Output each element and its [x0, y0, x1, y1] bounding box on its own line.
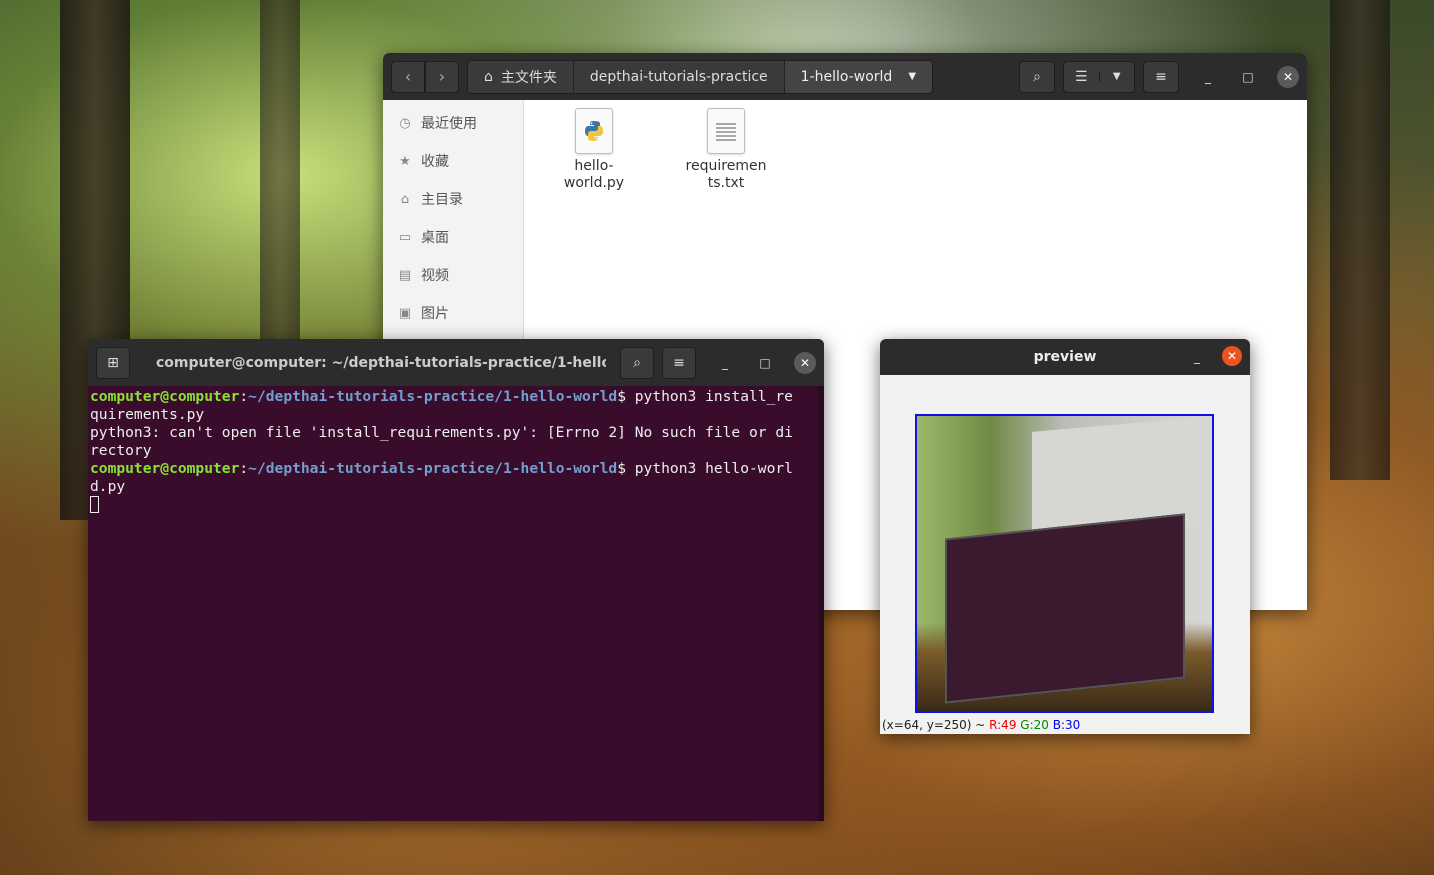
terminal-line [90, 496, 822, 514]
search-icon: ⌕ [633, 354, 641, 371]
text-cursor [90, 496, 99, 513]
wallpaper-tree-trunk [1330, 0, 1390, 480]
desktop-icon: ▭ [398, 229, 412, 245]
maximize-button[interactable]: □ [754, 352, 776, 374]
file-item-requirements[interactable]: requiremen ts.txt [676, 108, 776, 192]
sidebar-item-label: 视频 [421, 268, 449, 284]
window-title: preview [1033, 349, 1097, 365]
text-file-icon [707, 108, 745, 154]
minimize-button[interactable]: _ [1186, 346, 1208, 368]
breadcrumb-depthai[interactable]: depthai-tutorials-practice [573, 60, 785, 93]
list-view-icon: ☰ [1074, 68, 1088, 85]
terminal-line: quirements.py [90, 406, 205, 423]
home-icon: ⌂ [400, 191, 410, 207]
forward-button[interactable]: › [425, 60, 459, 93]
command-text: $ python3 install_re [617, 388, 793, 405]
minimize-button[interactable]: _ [1197, 66, 1219, 88]
terminal-window: ⊞ computer@computer: ~/depthai-tutorials… [88, 339, 824, 821]
caret-down-icon: ▼ [1098, 71, 1135, 82]
file-name: ts.txt [707, 175, 745, 191]
view-mode-button[interactable]: ☰ ▼ [1063, 60, 1135, 93]
new-tab-button[interactable]: ⊞ [96, 346, 130, 379]
sidebar-item-desktop[interactable]: ▭ 桌面 [383, 218, 523, 256]
terminal-line: python3: can't open file 'install_requir… [90, 424, 793, 441]
terminal-title: computer@computer: ~/depthai-tutorials-p… [156, 354, 606, 371]
close-button[interactable]: ✕ [794, 351, 816, 374]
hamburger-icon: ≡ [1155, 68, 1167, 85]
status-blue: B:30 [1052, 718, 1081, 732]
video-icon: ▤ [398, 267, 412, 283]
search-icon: ⌕ [1033, 68, 1041, 85]
back-button[interactable]: ‹ [391, 60, 425, 93]
file-name: hello- [574, 158, 614, 174]
minimize-button[interactable]: _ [714, 352, 736, 374]
sidebar-item-label: 图片 [421, 306, 449, 322]
sidebar-item-recent[interactable]: ◷ 最近使用 [383, 104, 523, 142]
terminal-line: d.py [90, 478, 126, 495]
close-button[interactable]: ✕ [1222, 346, 1242, 366]
terminal-output[interactable]: computer@computer:~/depthai-tutorials-pr… [88, 386, 824, 821]
file-name: world.py [563, 175, 625, 191]
preview-inner-terminal [945, 513, 1185, 704]
star-icon: ★ [399, 153, 411, 169]
status-red: R:49 [989, 718, 1017, 732]
terminal-line: rectory [90, 442, 152, 459]
wallpaper-tree-trunk [260, 0, 300, 340]
sidebar-item-starred[interactable]: ★ 收藏 [383, 142, 523, 180]
terminal-scrollbar[interactable] [818, 386, 824, 821]
file-name: requiremen [685, 158, 767, 174]
preview-window: preview _ ✕ (x=64, y=250) ~ R:49 G:20 B:… [880, 339, 1250, 734]
chevron-right-icon: › [438, 67, 446, 86]
new-tab-icon: ⊞ [107, 354, 119, 371]
image-icon: ▣ [398, 305, 412, 321]
prompt-sep: : [239, 460, 249, 477]
prompt-path: ~/depthai-tutorials-practice/1-hello-wor… [248, 388, 618, 405]
terminal-headerbar: ⊞ computer@computer: ~/depthai-tutorials… [88, 339, 824, 386]
status-green: G:20 [1020, 718, 1049, 732]
terminal-line: computer@computer:~/depthai-tutorials-pr… [90, 388, 822, 406]
home-icon: ⌂ [484, 68, 493, 85]
close-button[interactable]: ✕ [1277, 65, 1299, 88]
file-item-hello-world[interactable]: hello- world.py [544, 108, 644, 192]
search-button[interactable]: ⌕ [620, 346, 654, 379]
file-manager-headerbar: ‹ › ⌂ 主文件夹 depthai-tutorials-practice 1-… [383, 53, 1307, 100]
breadcrumb-label: depthai-tutorials-practice [589, 68, 768, 85]
hamburger-icon: ≡ [673, 354, 685, 371]
menu-button[interactable]: ≡ [662, 346, 696, 379]
menu-button[interactable]: ≡ [1143, 60, 1179, 93]
prompt-sep: : [239, 388, 249, 405]
sidebar-item-label: 收藏 [421, 154, 449, 170]
prompt-user: computer@computer [90, 460, 240, 477]
breadcrumb-hello-world[interactable]: 1-hello-world ▼ [784, 60, 933, 93]
prompt-path: ~/depthai-tutorials-practice/1-hello-wor… [248, 460, 618, 477]
command-text: $ python3 hello-worl [617, 460, 793, 477]
sidebar-item-label: 桌面 [421, 230, 449, 246]
sidebar-item-home[interactable]: ⌂ 主目录 [383, 180, 523, 218]
sidebar-item-label: 最近使用 [421, 116, 477, 132]
caret-down-icon: ▼ [908, 71, 917, 82]
breadcrumb-label: 1-hello-world [800, 68, 893, 85]
preview-headerbar: preview _ ✕ [880, 339, 1250, 375]
clock-icon: ◷ [399, 115, 411, 131]
pixel-status: (x=64, y=250) ~ R:49 G:20 B:30 [882, 718, 1080, 732]
python-file-icon [575, 108, 613, 154]
camera-preview-image[interactable] [915, 414, 1214, 713]
prompt-user: computer@computer [90, 388, 240, 405]
status-coords: (x=64, y=250) ~ [882, 718, 990, 732]
sidebar-item-label: 主目录 [421, 192, 463, 208]
chevron-left-icon: ‹ [404, 67, 412, 86]
breadcrumb-home[interactable]: ⌂ 主文件夹 [468, 60, 574, 93]
search-button[interactable]: ⌕ [1019, 60, 1055, 93]
breadcrumb-label: 主文件夹 [500, 69, 557, 86]
terminal-line: computer@computer:~/depthai-tutorials-pr… [90, 460, 822, 478]
maximize-button[interactable]: □ [1237, 66, 1259, 88]
sidebar-item-videos[interactable]: ▤ 视频 [383, 256, 523, 294]
breadcrumb: ⌂ 主文件夹 depthai-tutorials-practice 1-hell… [467, 59, 934, 94]
sidebar-item-pictures[interactable]: ▣ 图片 [383, 294, 523, 332]
